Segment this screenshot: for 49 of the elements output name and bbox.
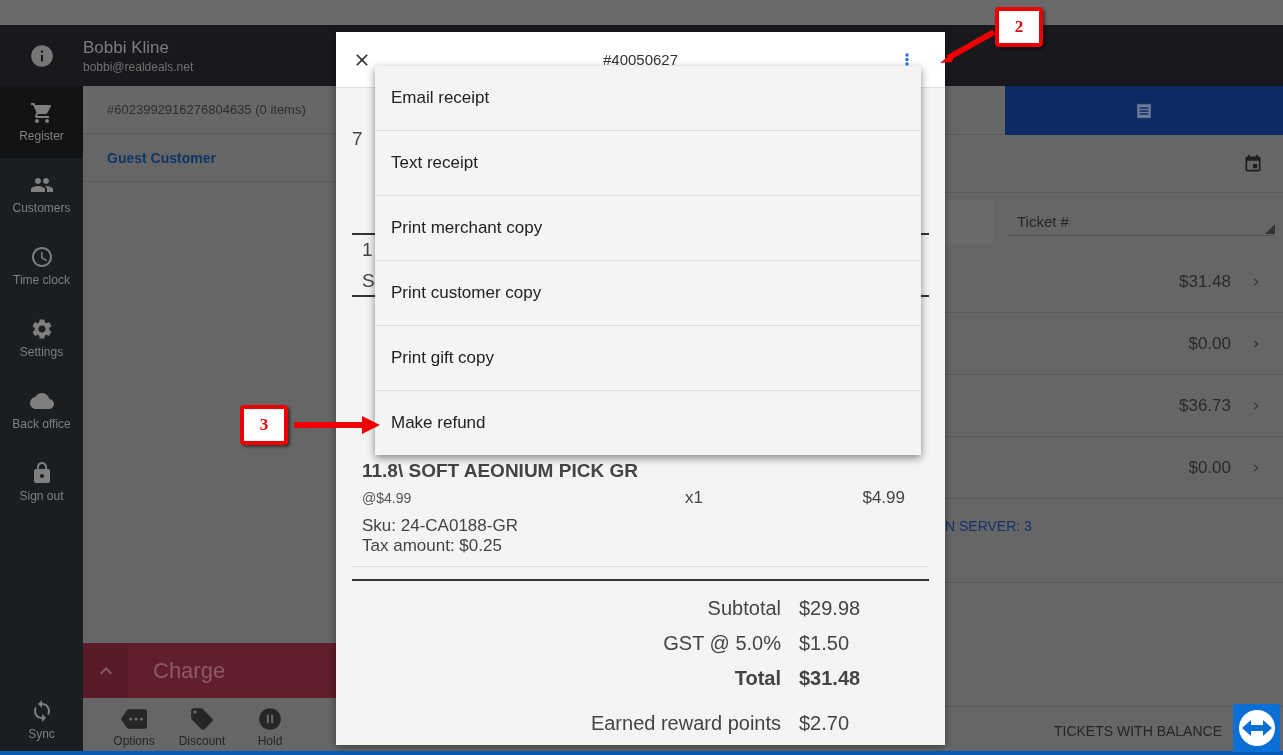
- receipt-text: 7: [352, 128, 363, 149]
- total-label: Total: [734, 667, 781, 690]
- toolbar-button[interactable]: Discount: [177, 705, 227, 748]
- server-note: N SERVER: 3: [945, 518, 1032, 534]
- total-label: Earned reward points: [590, 712, 781, 735]
- sidebar-item[interactable]: Settings: [0, 302, 83, 374]
- calendar-icon[interactable]: [1243, 153, 1263, 174]
- sidebar-item[interactable]: Time clock: [0, 230, 83, 302]
- sidebar-item[interactable]: Sign out: [0, 446, 83, 518]
- ticket-number: #6023992916276804635 (0 items): [107, 102, 306, 117]
- double-arrow-logo-icon[interactable]: [1233, 704, 1280, 752]
- receipt-icon: [1135, 101, 1153, 120]
- item-quantity: x1: [685, 488, 703, 508]
- toolbar-button[interactable]: Hold: [245, 705, 295, 748]
- info-icon[interactable]: [28, 42, 55, 69]
- menu-item[interactable]: Email receipt: [375, 66, 921, 131]
- total-value: $2.70: [799, 712, 851, 735]
- menu-item[interactable]: Print gift copy: [375, 326, 921, 391]
- menu-item[interactable]: Make refund: [375, 391, 921, 455]
- receipt-text: 1: [362, 238, 374, 261]
- step-callout: 3: [240, 405, 288, 445]
- dropdown-corner-icon: [1265, 223, 1275, 234]
- sidebar-item[interactable]: Customers: [0, 158, 83, 230]
- unit-price: @$4.99: [362, 490, 413, 506]
- ticket-dropdown[interactable]: Ticket #: [1008, 208, 1275, 236]
- tickets-with-balance-label[interactable]: TICKETS WITH BALANCE: [1053, 723, 1222, 739]
- item-tax: Tax amount: $0.25: [362, 536, 503, 556]
- total-value: $31.48: [799, 667, 862, 690]
- toolbar-button[interactable]: Options: [109, 705, 159, 748]
- more-menu-button[interactable]: [905, 53, 909, 66]
- total-label: GST @ 5.0%: [663, 632, 781, 655]
- menu-item[interactable]: Print merchant copy: [375, 196, 921, 261]
- item-sku: Sku: 24-CA0188-GR: [362, 516, 519, 536]
- total-label: Subtotal: [707, 597, 781, 620]
- total-value: $29.98: [799, 597, 862, 620]
- item-name: 11.8\ SOFT AEONIUM PICK GR: [361, 460, 639, 482]
- more-vertical-icon: [905, 53, 909, 66]
- menu-item[interactable]: Text receipt: [375, 131, 921, 196]
- sidebar-item[interactable]: Register: [0, 86, 83, 158]
- item-price: $4.99: [862, 488, 905, 508]
- user-name: Bobbi Kline: [83, 37, 169, 58]
- step-callout: 2: [995, 7, 1043, 47]
- menu-item[interactable]: Print customer copy: [375, 261, 921, 326]
- total-value: $1.50: [799, 632, 851, 655]
- arrow: [938, 28, 998, 66]
- dialog-title: #40050627: [602, 51, 679, 68]
- sync-button[interactable]: Sync: [0, 685, 83, 755]
- sidebar-item[interactable]: Back office: [0, 374, 83, 446]
- user-email: bobbi@realdeals.net: [83, 59, 194, 74]
